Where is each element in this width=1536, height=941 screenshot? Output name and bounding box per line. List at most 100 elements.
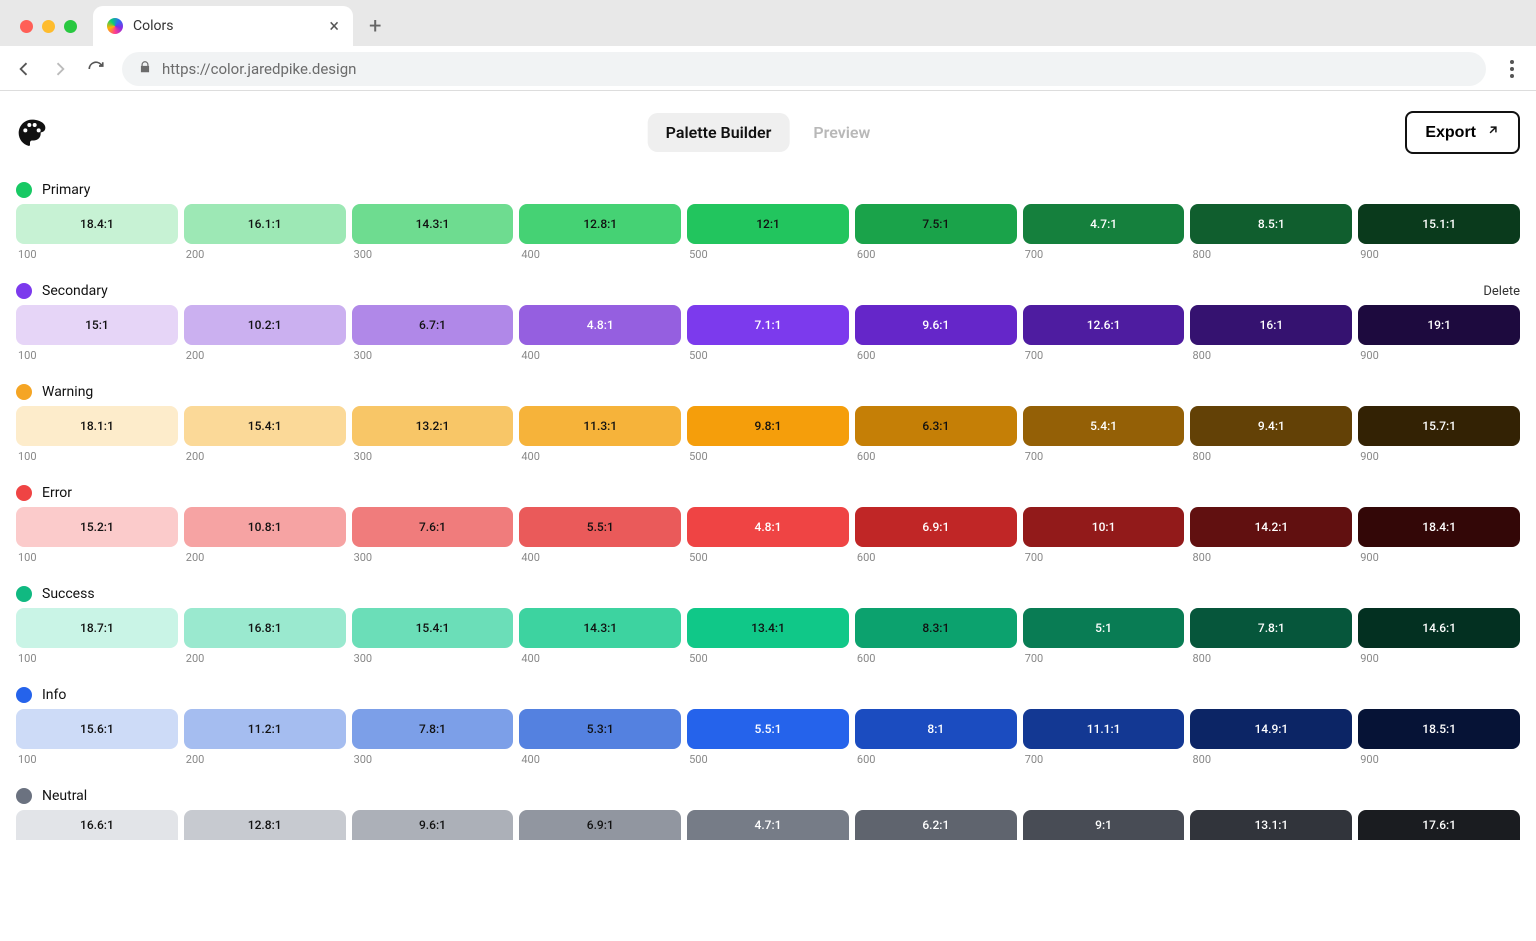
swatch[interactable]: 4.8:1 xyxy=(687,507,849,547)
swatch[interactable]: 12:1 xyxy=(687,204,849,244)
swatch[interactable]: 5.5:1 xyxy=(519,507,681,547)
swatch[interactable]: 7.1:1 xyxy=(687,305,849,345)
browser-tab[interactable]: Colors × xyxy=(93,6,353,46)
swatch-wrap: 13.2:1 300 xyxy=(352,406,514,463)
swatch[interactable]: 15.4:1 xyxy=(352,608,514,648)
swatch[interactable]: 5.5:1 xyxy=(687,709,849,749)
tab-preview[interactable]: Preview xyxy=(795,113,888,152)
swatch[interactable]: 16:1 xyxy=(1190,305,1352,345)
delete-button[interactable]: Delete xyxy=(1483,284,1520,299)
swatch[interactable]: 10:1 xyxy=(1023,507,1185,547)
swatch[interactable]: 14.2:1 xyxy=(1190,507,1352,547)
swatch[interactable]: 18.5:1 xyxy=(1358,709,1520,749)
minimize-window-icon[interactable] xyxy=(42,20,55,33)
swatch[interactable]: 9.8:1 xyxy=(687,406,849,446)
swatch[interactable]: 4.8:1 xyxy=(519,305,681,345)
swatch[interactable]: 13.2:1 xyxy=(352,406,514,446)
contrast-ratio: 11.3:1 xyxy=(583,419,617,433)
swatch-wrap: 4.7:1 xyxy=(687,810,849,840)
swatch[interactable]: 14.3:1 xyxy=(352,204,514,244)
row-title-group[interactable]: Secondary xyxy=(16,283,108,299)
swatch[interactable]: 4.7:1 xyxy=(1023,204,1185,244)
tab-palette-builder[interactable]: Palette Builder xyxy=(648,113,790,152)
address-bar[interactable]: https://color.jaredpike.design xyxy=(122,52,1486,86)
swatch[interactable]: 15.4:1 xyxy=(184,406,346,446)
swatch[interactable]: 10.8:1 xyxy=(184,507,346,547)
contrast-ratio: 8.5:1 xyxy=(1258,217,1285,231)
swatch[interactable]: 18.4:1 xyxy=(16,204,178,244)
swatch[interactable]: 11.3:1 xyxy=(519,406,681,446)
row-title-group[interactable]: Primary xyxy=(16,182,90,198)
swatch[interactable]: 15:1 xyxy=(16,305,178,345)
swatch[interactable]: 18.1:1 xyxy=(16,406,178,446)
swatch[interactable]: 14.9:1 xyxy=(1190,709,1352,749)
swatch[interactable]: 6.3:1 xyxy=(855,406,1017,446)
swatch[interactable]: 14.6:1 xyxy=(1358,608,1520,648)
swatch[interactable]: 14.3:1 xyxy=(519,608,681,648)
swatch[interactable]: 16.1:1 xyxy=(184,204,346,244)
row-title-group[interactable]: Error xyxy=(16,485,72,501)
maximize-window-icon[interactable] xyxy=(64,20,77,33)
row-name: Primary xyxy=(42,182,90,198)
reload-button[interactable] xyxy=(86,59,106,79)
swatch[interactable]: 11.2:1 xyxy=(184,709,346,749)
swatch[interactable]: 4.7:1 xyxy=(687,810,849,840)
swatch[interactable]: 8:1 xyxy=(855,709,1017,749)
swatch[interactable]: 7.6:1 xyxy=(352,507,514,547)
swatch[interactable]: 18.4:1 xyxy=(1358,507,1520,547)
swatch[interactable]: 6.2:1 xyxy=(855,810,1017,840)
new-tab-button[interactable]: + xyxy=(361,14,389,39)
swatch[interactable]: 8.5:1 xyxy=(1190,204,1352,244)
row-title-group[interactable]: Warning xyxy=(16,384,93,400)
swatch[interactable]: 12.6:1 xyxy=(1023,305,1185,345)
swatch[interactable]: 11.1:1 xyxy=(1023,709,1185,749)
browser-menu-button[interactable] xyxy=(1502,60,1522,78)
color-row: Error 15.2:1 100 10.8:1 200 7.6:1 300 5.… xyxy=(16,485,1520,564)
swatch[interactable]: 17.6:1 xyxy=(1358,810,1520,840)
swatch[interactable]: 13.4:1 xyxy=(687,608,849,648)
step-label: 800 xyxy=(1190,652,1352,665)
swatch[interactable]: 7.5:1 xyxy=(855,204,1017,244)
swatch[interactable]: 15.1:1 xyxy=(1358,204,1520,244)
swatch[interactable]: 9.6:1 xyxy=(855,305,1017,345)
row-title-group[interactable]: Info xyxy=(16,687,66,703)
swatch[interactable]: 19:1 xyxy=(1358,305,1520,345)
row-title-group[interactable]: Success xyxy=(16,586,95,602)
swatch[interactable]: 5.3:1 xyxy=(519,709,681,749)
swatch[interactable]: 6.9:1 xyxy=(855,507,1017,547)
swatch[interactable]: 7.8:1 xyxy=(352,709,514,749)
close-tab-icon[interactable]: × xyxy=(329,16,339,37)
palette-logo-icon xyxy=(16,117,48,149)
color-row: Info 15.6:1 100 11.2:1 200 7.8:1 300 5.3… xyxy=(16,687,1520,766)
export-button[interactable]: Export xyxy=(1405,111,1520,154)
swatch[interactable]: 12.8:1 xyxy=(519,204,681,244)
swatch[interactable]: 16.6:1 xyxy=(16,810,178,840)
contrast-ratio: 17.6:1 xyxy=(1422,818,1456,832)
swatch[interactable]: 6.9:1 xyxy=(519,810,681,840)
forward-button[interactable] xyxy=(50,59,70,79)
swatch[interactable]: 7.8:1 xyxy=(1190,608,1352,648)
swatch[interactable]: 9:1 xyxy=(1023,810,1185,840)
swatch-wrap: 15.2:1 100 xyxy=(16,507,178,564)
contrast-ratio: 15.4:1 xyxy=(416,621,450,635)
step-label: 900 xyxy=(1358,450,1520,463)
swatch[interactable]: 9.6:1 xyxy=(352,810,514,840)
swatch[interactable]: 6.7:1 xyxy=(352,305,514,345)
close-window-icon[interactable] xyxy=(20,20,33,33)
swatch[interactable]: 10.2:1 xyxy=(184,305,346,345)
swatch[interactable]: 5:1 xyxy=(1023,608,1185,648)
step-label: 600 xyxy=(855,652,1017,665)
swatch[interactable]: 9.4:1 xyxy=(1190,406,1352,446)
swatch[interactable]: 13.1:1 xyxy=(1190,810,1352,840)
swatch-wrap: 16.1:1 200 xyxy=(184,204,346,261)
swatch[interactable]: 16.8:1 xyxy=(184,608,346,648)
swatch[interactable]: 15.2:1 xyxy=(16,507,178,547)
swatch[interactable]: 5.4:1 xyxy=(1023,406,1185,446)
swatch[interactable]: 15.6:1 xyxy=(16,709,178,749)
swatch[interactable]: 18.7:1 xyxy=(16,608,178,648)
swatch[interactable]: 12.8:1 xyxy=(184,810,346,840)
swatch[interactable]: 15.7:1 xyxy=(1358,406,1520,446)
back-button[interactable] xyxy=(14,59,34,79)
swatch[interactable]: 8.3:1 xyxy=(855,608,1017,648)
row-title-group[interactable]: Neutral xyxy=(16,788,87,804)
